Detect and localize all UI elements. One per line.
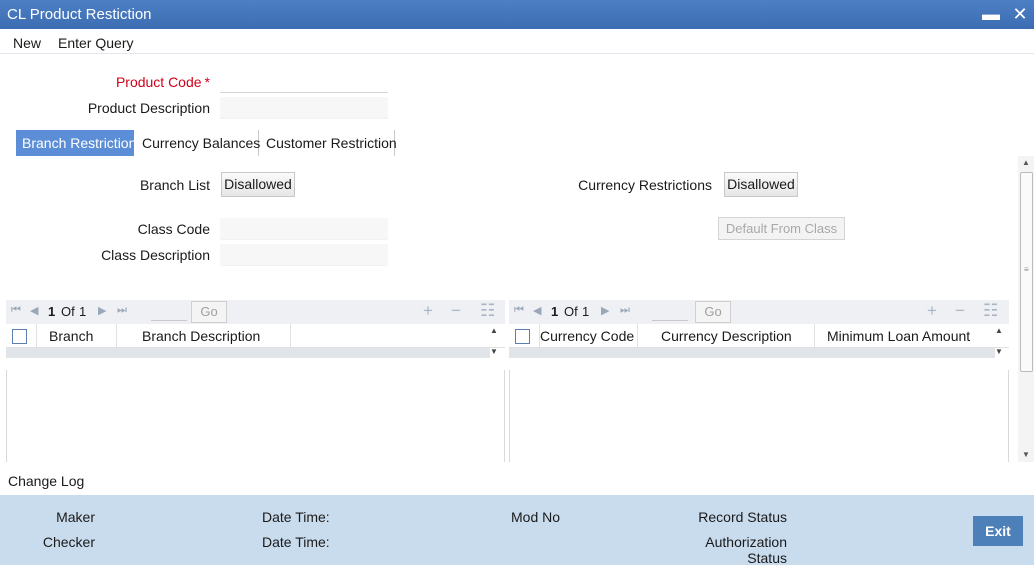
checker-label: Checker <box>42 534 95 550</box>
single-view-icon[interactable]: ☷ <box>983 301 998 321</box>
last-page-icon[interactable]: ⏭ <box>620 304 630 317</box>
branch-grid-header: Branch Branch Description ▲ ▼ <box>6 324 505 356</box>
tab-currency-balances[interactable]: Currency Balances <box>136 130 260 156</box>
branch-go-button[interactable]: Go <box>191 301 227 323</box>
branch-page-of: Of <box>61 304 75 319</box>
checker-date-time-label: Date Time: <box>262 534 330 550</box>
class-code-input[interactable] <box>220 218 388 240</box>
product-description-label: Product Description <box>87 100 210 116</box>
product-code-label-text: Product Code <box>115 74 202 90</box>
scroll-thumb[interactable]: ≡ <box>1020 172 1033 372</box>
currency-grid-toolbar: ⏮ ◀ 1 Of 1 ▶ ⏭ Go + − ☷ <box>509 300 1009 324</box>
currency-go-button[interactable]: Go <box>695 301 731 323</box>
column-separator <box>637 324 638 348</box>
add-row-icon[interactable]: + <box>423 301 433 321</box>
tab-branch-restriction[interactable]: Branch Restriction <box>16 130 136 156</box>
tab-customer-restriction[interactable]: Customer Restriction <box>260 130 397 156</box>
branch-list-label: Branch List <box>139 177 210 193</box>
audit-footer: Maker Checker Date Time: Date Time: Mod … <box>0 495 1034 565</box>
maker-label: Maker <box>56 509 95 525</box>
authorization-label: Authorization <box>705 534 787 550</box>
currency-page-total: 1 <box>582 304 590 319</box>
currency-goto-page-input[interactable] <box>652 303 688 321</box>
column-separator <box>116 324 117 348</box>
class-description-input[interactable] <box>220 244 388 266</box>
branch-page-current: 1 <box>48 304 56 319</box>
class-code-label: Class Code <box>137 221 210 237</box>
product-description-input[interactable] <box>220 97 388 119</box>
window-title: CL Product Restiction <box>7 6 152 23</box>
grid-scroll-up-icon[interactable]: ▲ <box>993 326 1005 335</box>
currency-restrictions-disallowed-button[interactable]: Disallowed <box>724 172 798 197</box>
class-description-label: Class Description <box>101 247 210 263</box>
next-page-icon[interactable]: ▶ <box>98 304 106 317</box>
record-status-label: Record Status <box>698 509 787 525</box>
branch-goto-page-input[interactable] <box>151 303 187 321</box>
maker-date-time-label: Date Time: <box>262 509 330 525</box>
main-vertical-scrollbar[interactable]: ▲ ≡ ▼ <box>1018 156 1034 462</box>
menu-new[interactable]: New <box>13 35 41 51</box>
column-branch-description[interactable]: Branch Description <box>142 328 260 344</box>
branch-grid-body <box>6 370 505 462</box>
delete-row-icon[interactable]: − <box>955 301 965 321</box>
product-code-label: Product Code * <box>100 74 210 90</box>
minimize-icon[interactable]: ▬ <box>980 3 1002 25</box>
branch-select-all-checkbox[interactable] <box>12 329 27 344</box>
menu-bar: New Enter Query <box>0 29 1034 54</box>
exit-button[interactable]: Exit <box>973 516 1023 546</box>
first-page-icon[interactable]: ⏮ <box>514 304 524 317</box>
close-icon[interactable]: ✕ <box>1009 3 1031 25</box>
column-currency-code[interactable]: Currency Code <box>540 328 634 344</box>
prev-page-icon[interactable]: ◀ <box>533 304 541 317</box>
currency-restrictions-label: Currency Restrictions <box>578 177 712 193</box>
mod-no-label: Mod No <box>511 509 561 525</box>
add-row-icon[interactable]: + <box>927 301 937 321</box>
branch-grid-row-band <box>6 348 490 358</box>
column-branch[interactable]: Branch <box>49 328 93 344</box>
scroll-down-icon[interactable]: ▼ <box>1018 448 1034 462</box>
next-page-icon[interactable]: ▶ <box>601 304 609 317</box>
grip-icon: ≡ <box>1024 265 1029 274</box>
single-view-icon[interactable]: ☷ <box>480 301 495 321</box>
branch-grid-toolbar: ⏮ ◀ 1 Of 1 ▶ ⏭ Go + − ☷ <box>6 300 505 324</box>
branch-list-disallowed-button[interactable]: Disallowed <box>221 172 295 197</box>
scroll-up-icon[interactable]: ▲ <box>1018 156 1034 170</box>
column-currency-description[interactable]: Currency Description <box>661 328 792 344</box>
currency-grid-header: Currency Code Currency Description Minim… <box>509 324 1009 356</box>
grid-scroll-up-icon[interactable]: ▲ <box>488 326 500 335</box>
first-page-icon[interactable]: ⏮ <box>11 304 21 317</box>
currency-grid-body <box>509 370 1009 462</box>
branch-page-total: 1 <box>79 304 87 319</box>
currency-grid-row-band <box>509 348 995 358</box>
default-from-class-button[interactable]: Default From Class <box>718 217 845 240</box>
authorization-status-label: Status <box>747 550 787 565</box>
menu-enter-query[interactable]: Enter Query <box>58 35 133 51</box>
currency-select-all-checkbox[interactable] <box>515 329 530 344</box>
window-titlebar: CL Product Restiction ▬ ✕ <box>0 0 1034 29</box>
currency-page-of: Of <box>564 304 578 319</box>
prev-page-icon[interactable]: ◀ <box>30 304 38 317</box>
column-minimum-loan-amount[interactable]: Minimum Loan Amount <box>827 328 970 344</box>
change-log-link[interactable]: Change Log <box>8 473 84 489</box>
last-page-icon[interactable]: ⏭ <box>117 304 127 317</box>
column-separator <box>290 324 291 348</box>
product-code-input[interactable] <box>220 71 388 93</box>
column-separator <box>814 324 815 348</box>
column-separator <box>36 324 37 348</box>
delete-row-icon[interactable]: − <box>451 301 461 321</box>
currency-page-current: 1 <box>551 304 559 319</box>
required-marker: * <box>204 74 210 90</box>
